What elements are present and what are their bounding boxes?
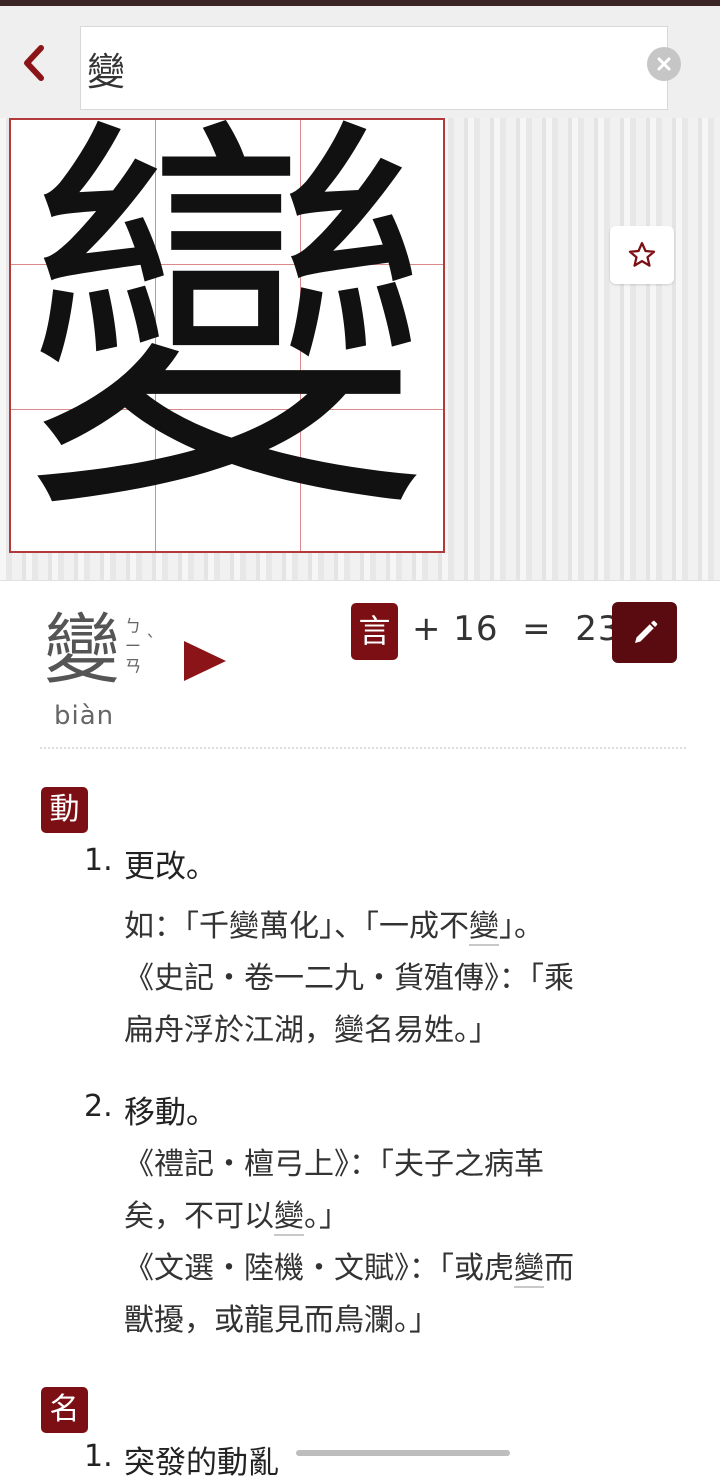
example-line: 扁舟浮於江湖，變名易姓。」 [124,1013,499,1048]
sense-definition: 突發的動亂 [124,1445,279,1481]
large-character: 變 [22,118,432,553]
part-of-speech-badge: 動 [41,787,88,833]
example-text: 。」 [304,1199,349,1234]
play-pronunciation-button[interactable] [180,639,232,683]
heading-character: 變 [44,605,120,694]
writing-grid: 變 [9,118,445,553]
part-of-speech-badge: 名 [41,1387,88,1433]
zhuyin: ㄅ ㄧ ㄢ [120,617,146,677]
example-text: 矣，不可以 [124,1199,274,1234]
divider [40,747,686,749]
sense-definition: 更改。 [124,849,217,885]
stroke-order-button[interactable] [612,602,677,663]
highlighted-character: 變 [469,909,499,946]
clear-search-button[interactable] [647,47,681,81]
clear-icon [657,57,671,71]
example-text: 」。 [499,909,544,944]
sense-definition: 移動。 [124,1095,217,1131]
star-icon [628,242,656,267]
radical-badge[interactable]: 言 [351,603,398,660]
pinyin: biàn [54,701,115,731]
example-line: 矣，不可以變。」 [124,1191,349,1243]
search-box [80,26,681,110]
character-display: 變 [0,118,720,580]
play-icon [184,641,226,681]
back-button[interactable] [14,36,54,90]
back-chevron-icon [24,45,44,81]
example-text: 而 [544,1251,574,1286]
example-line: 獸擾，或龍見而鳥瀾。」 [124,1303,439,1338]
sense-number: 2. [84,1089,113,1124]
example-text: 《文選・陸機・文賦》：「或虎 [124,1251,514,1286]
zhuyin-symbol: ㄧ [124,637,142,657]
zhuyin-symbol: ㄅ [124,617,142,637]
sense-number: 1. [84,843,113,878]
highlighted-character: 變 [274,1199,304,1236]
scrollbar[interactable] [296,1450,510,1456]
stroke-count: + 16 = 23 [412,609,621,649]
example-line: 《文選・陸機・文賦》：「或虎變而 [124,1243,574,1295]
zhuyin-symbol: ㄢ [124,657,142,677]
sense-number: 1. [84,1439,113,1474]
zhuyin-tone: ˋ [146,631,156,655]
favorite-button[interactable] [610,226,674,284]
example-text: 如：「千變萬化」、「一成不 [124,909,469,944]
top-bar [0,0,720,118]
example-line: 《禮記・檀弓上》：「夫子之病革 [124,1147,544,1182]
definition-card: 變 ㄅ ㄧ ㄢ ˋ biàn 言 + 16 = 23 動 1. 更改。 如：「千… [0,580,720,1481]
example-line: 如：「千變萬化」、「一成不變」。 [124,901,544,953]
pencil-icon [634,620,657,643]
highlighted-character: 變 [514,1251,544,1288]
example-line: 《史記・卷一二九・貨殖傳》：「乘 [124,961,574,996]
search-input[interactable] [81,27,621,109]
